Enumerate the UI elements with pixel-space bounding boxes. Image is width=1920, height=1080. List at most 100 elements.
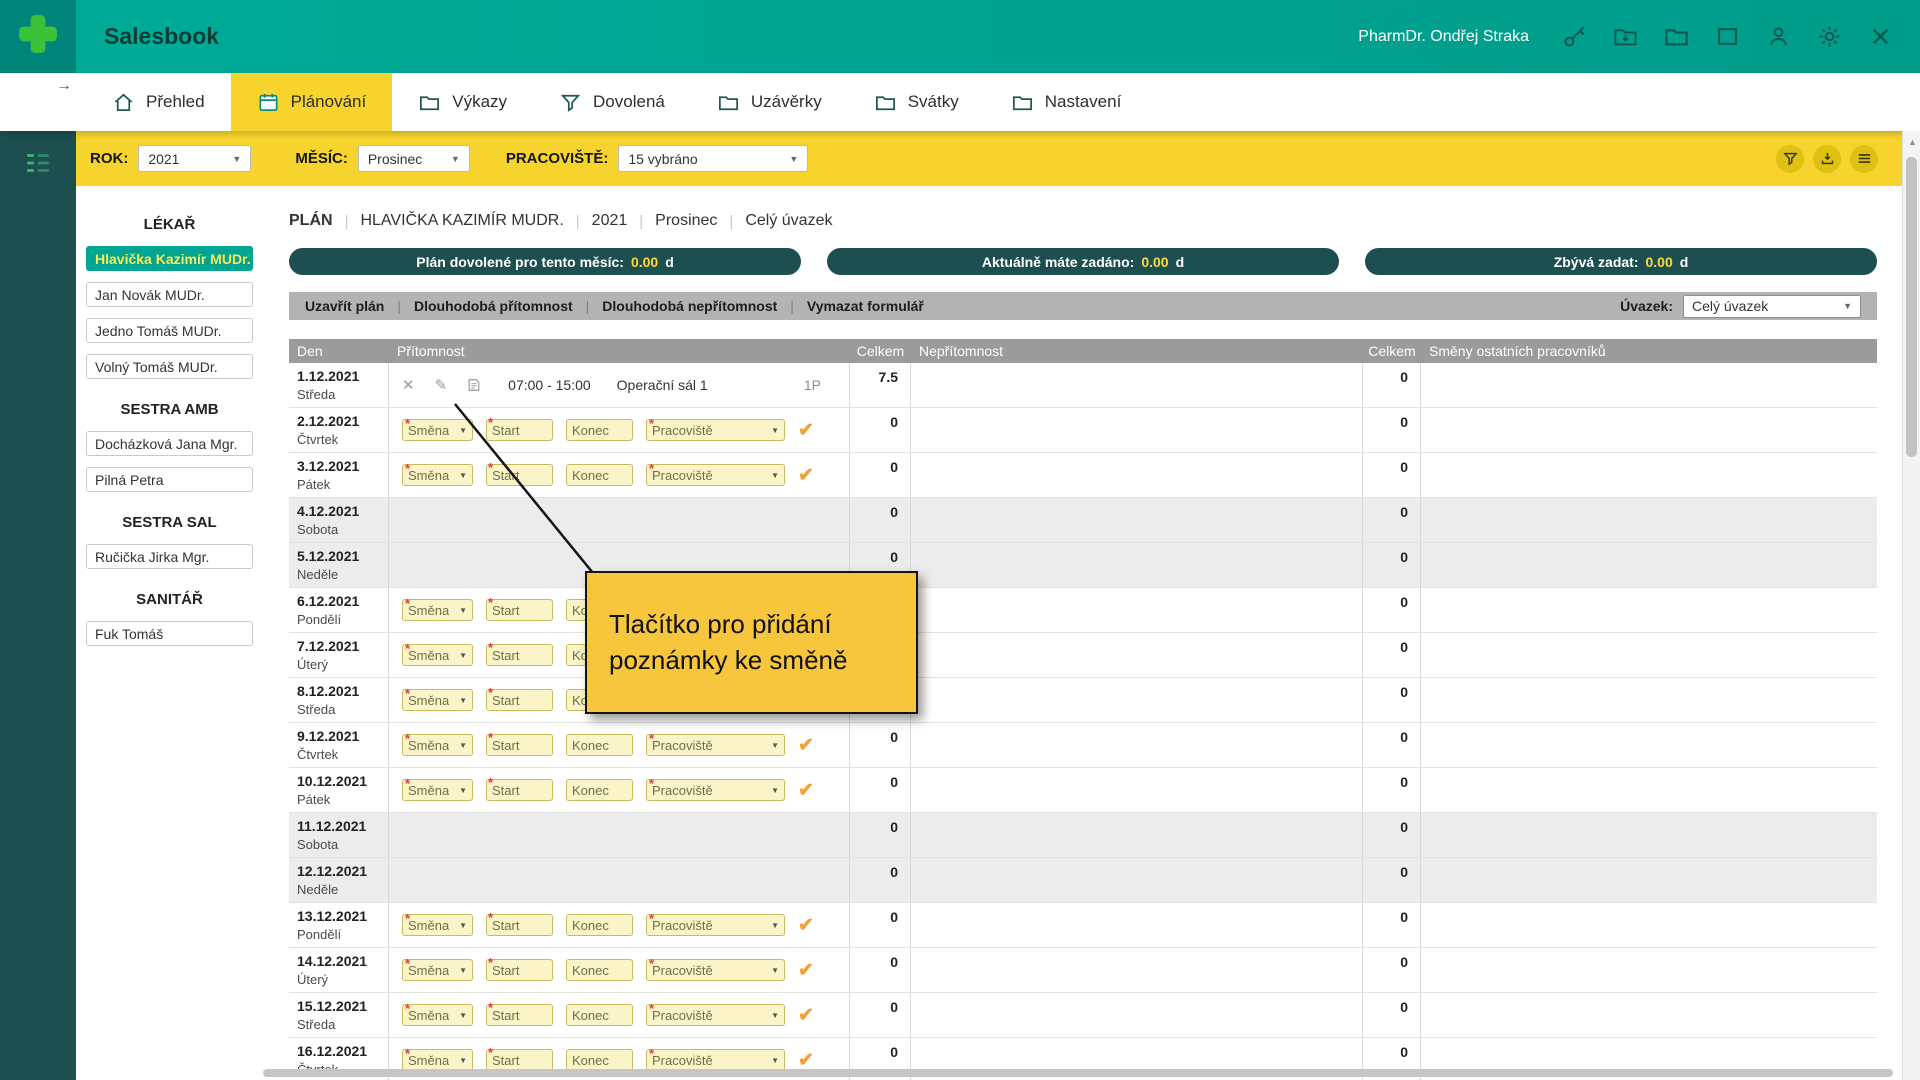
konec-input[interactable]: [566, 464, 633, 486]
pracoviste-select[interactable]: *Pracoviště▼: [646, 779, 785, 801]
breadcrumb-item[interactable]: Prosinec: [655, 212, 717, 230]
menu-icon: [1856, 150, 1873, 167]
forward-arrow-icon[interactable]: →: [56, 77, 72, 95]
breadcrumb-item[interactable]: HLAVIČKA KAZIMÍR MUDR.: [360, 212, 563, 230]
folder-icon[interactable]: [1663, 23, 1690, 50]
start-input[interactable]: [486, 644, 553, 666]
staff-item[interactable]: Docházková Jana Mgr.: [86, 431, 253, 456]
start-input[interactable]: [486, 1049, 553, 1071]
staff-item[interactable]: Jedno Tomáš MUDr.: [86, 318, 253, 343]
staff-item[interactable]: Ručička Jirka Mgr.: [86, 544, 253, 569]
start-input[interactable]: [486, 1004, 553, 1026]
horizontal-scroll-thumb[interactable]: [263, 1069, 1893, 1077]
tab-planovani[interactable]: Plánování: [231, 73, 393, 131]
smena-select[interactable]: *Směna▼: [402, 734, 473, 756]
smena-select[interactable]: *Směna▼: [402, 1049, 473, 1071]
confirm-check-icon[interactable]: ✔: [798, 779, 814, 802]
close-icon[interactable]: [1867, 23, 1894, 50]
pracoviste-select[interactable]: 15 vybráno▼: [618, 145, 808, 172]
confirm-check-icon[interactable]: ✔: [798, 734, 814, 757]
export-button[interactable]: [1813, 145, 1841, 173]
tab-svatky[interactable]: Svátky: [848, 73, 985, 131]
rok-select[interactable]: 2021▼: [138, 145, 251, 172]
scroll-up-icon[interactable]: ▲: [1908, 137, 1917, 147]
app-logo: [0, 0, 76, 73]
user-icon[interactable]: [1765, 23, 1792, 50]
smena-select[interactable]: *Směna▼: [402, 959, 473, 981]
key-icon[interactable]: [1561, 23, 1588, 50]
smena-select[interactable]: *Směna▼: [402, 464, 473, 486]
folder-download-icon[interactable]: [1612, 23, 1639, 50]
checklist-icon[interactable]: [23, 148, 53, 178]
total-cell: 0: [850, 768, 911, 812]
tab-nastaveni[interactable]: Nastavení: [985, 73, 1148, 131]
start-input[interactable]: [486, 419, 553, 441]
edit-shift-icon[interactable]: ✎: [435, 376, 448, 394]
staff-item[interactable]: Fuk Tomáš: [86, 621, 253, 646]
row-date: 6.12.2021: [297, 593, 388, 609]
action-dlouhodoba-nepritomnost[interactable]: Dlouhodobá nepřítomnost: [602, 298, 777, 314]
konec-input[interactable]: [566, 419, 633, 441]
day-cell: 12.12.2021Neděle: [289, 858, 389, 902]
smena-select[interactable]: *Směna▼: [402, 914, 473, 936]
start-input[interactable]: [486, 599, 553, 621]
konec-input[interactable]: [566, 1049, 633, 1071]
tab-uzaverky[interactable]: Uzávěrky: [691, 73, 848, 131]
pracoviste-select[interactable]: *Pracoviště▼: [646, 1049, 785, 1071]
pracoviste-select[interactable]: *Pracoviště▼: [646, 959, 785, 981]
mesic-select[interactable]: Prosinec▼: [358, 145, 470, 172]
start-input[interactable]: [486, 779, 553, 801]
pracoviste-select[interactable]: *Pracoviště▼: [646, 914, 785, 936]
uvazek-select[interactable]: Celý úvazek ▼: [1683, 295, 1861, 318]
smena-select[interactable]: *Směna▼: [402, 419, 473, 441]
confirm-check-icon[interactable]: ✔: [798, 419, 814, 442]
table-row: 9.12.2021Čtvrtek*Směna▼**Pracoviště▼✔00: [289, 723, 1877, 768]
confirm-check-icon[interactable]: ✔: [798, 959, 814, 982]
vertical-scroll-thumb[interactable]: [1906, 157, 1917, 457]
window-icon[interactable]: [1714, 23, 1741, 50]
start-input[interactable]: [486, 464, 553, 486]
tab-prehled[interactable]: Přehled: [86, 73, 231, 131]
filter-button[interactable]: [1776, 145, 1804, 173]
action-dlouhodoba-pritomnost[interactable]: Dlouhodobá přítomnost: [414, 298, 573, 314]
smena-select[interactable]: *Směna▼: [402, 1004, 473, 1026]
start-input[interactable]: [486, 734, 553, 756]
pracoviste-select[interactable]: *Pracoviště▼: [646, 1004, 785, 1026]
smena-select[interactable]: *Směna▼: [402, 689, 473, 711]
delete-shift-icon[interactable]: ✕: [402, 376, 415, 394]
required-asterisk: *: [405, 418, 410, 429]
action-uzavrit-plan[interactable]: Uzavřít plán: [305, 298, 384, 314]
breadcrumb-item[interactable]: 2021: [592, 212, 628, 230]
smena-select[interactable]: *Směna▼: [402, 644, 473, 666]
tab-dovolena[interactable]: Dovolená: [533, 73, 691, 131]
pracoviste-select[interactable]: *Pracoviště▼: [646, 464, 785, 486]
konec-input[interactable]: [566, 1004, 633, 1026]
confirm-check-icon[interactable]: ✔: [798, 914, 814, 937]
konec-input[interactable]: [566, 779, 633, 801]
start-input[interactable]: [486, 959, 553, 981]
konec-input[interactable]: [566, 959, 633, 981]
staff-item[interactable]: Jan Novák MUDr.: [86, 282, 253, 307]
gear-icon[interactable]: [1816, 23, 1843, 50]
table-row: 15.12.2021Středa*Směna▼**Pracoviště▼✔00: [289, 993, 1877, 1038]
smena-select[interactable]: *Směna▼: [402, 599, 473, 621]
action-vymazat-formular[interactable]: Vymazat formulář: [807, 298, 924, 314]
total-cell: 0: [850, 993, 911, 1037]
konec-input[interactable]: [566, 914, 633, 936]
pracoviste-select[interactable]: *Pracoviště▼: [646, 734, 785, 756]
konec-input[interactable]: [566, 734, 633, 756]
staff-item[interactable]: Pilná Petra: [86, 467, 253, 492]
menu-button[interactable]: [1850, 145, 1878, 173]
smena-select[interactable]: *Směna▼: [402, 779, 473, 801]
tab-vykazy[interactable]: Výkazy: [392, 73, 533, 131]
staff-item[interactable]: Volný Tomáš MUDr.: [86, 354, 253, 379]
confirm-check-icon[interactable]: ✔: [798, 1004, 814, 1027]
start-input[interactable]: [486, 914, 553, 936]
add-note-icon[interactable]: [467, 378, 481, 392]
total-cell: 0: [850, 813, 911, 857]
staff-item[interactable]: Hlavička Kazimír MUDr.: [86, 246, 253, 271]
confirm-check-icon[interactable]: ✔: [798, 464, 814, 487]
start-input[interactable]: [486, 689, 553, 711]
breadcrumb-item[interactable]: Celý úvazek: [745, 212, 832, 230]
pracoviste-select[interactable]: *Pracoviště▼: [646, 419, 785, 441]
